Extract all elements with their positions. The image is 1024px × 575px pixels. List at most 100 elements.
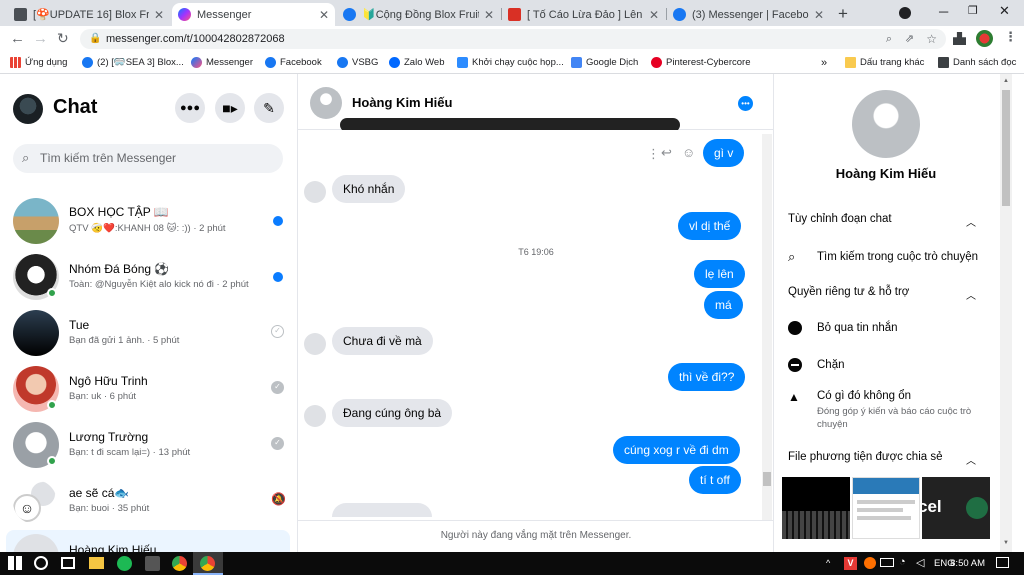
conversation-item[interactable]: Nhóm Đá Bóng ⚽ Toàn: @Nguyễn Kiệt alo ki… (6, 250, 290, 306)
reload-icon[interactable]: ↻ (57, 30, 69, 47)
conversation-info-icon[interactable]: ••• (738, 96, 753, 111)
search-box[interactable]: ⌕ Tìm kiếm trên Messenger (13, 144, 283, 173)
tray-app-icon[interactable] (864, 557, 876, 569)
chevron-up-icon[interactable]: ︿ (966, 287, 976, 302)
bookmark-item[interactable]: Zalo Web (389, 57, 444, 68)
share-icon[interactable]: ⇗ (905, 29, 914, 49)
browser-tab[interactable]: (3) Messenger | Facebook ✕ (667, 3, 830, 26)
scroll-down-icon[interactable]: ▼ (1003, 540, 1009, 546)
options-button[interactable]: ●●● (175, 93, 205, 123)
message-bubble-outgoing[interactable]: cúng xog r về đi dm (613, 436, 740, 464)
react-emoji-icon[interactable]: ☺ (682, 145, 695, 160)
bookmark-item[interactable]: Messenger (191, 57, 253, 68)
message-bubble-outgoing[interactable]: thì về đi?? (668, 363, 746, 391)
close-tab-icon[interactable]: ✕ (154, 8, 164, 22)
search-input[interactable]: Tìm kiếm trên Messenger (40, 151, 176, 165)
tray-v-icon[interactable]: V (844, 557, 857, 570)
minimize-icon[interactable]: ─ (939, 4, 948, 19)
scroll-up-icon[interactable]: ▲ (1003, 78, 1009, 84)
app-icon[interactable] (145, 556, 160, 571)
message-bubble-incoming[interactable]: Chưa đi về mà (332, 327, 433, 355)
conversation-item[interactable]: BOX HỌC TẬP 📖 QTV 🤕❤️:KHANH 08 🐱: :)) · … (6, 194, 290, 250)
tray-overflow-icon[interactable]: ^ (826, 558, 830, 568)
my-avatar[interactable] (13, 94, 43, 124)
window-close-icon[interactable]: ✕ (999, 3, 1010, 19)
site-info-icon[interactable]: 🔒 (89, 29, 101, 49)
media-thumbnail[interactable]: cel (922, 477, 990, 539)
chevron-up-icon[interactable]: ︿ (966, 214, 976, 229)
menu-icon[interactable]: ⋮ (1004, 29, 1017, 45)
contact-profile-avatar[interactable] (852, 90, 920, 158)
taskbar-active-app[interactable] (193, 552, 223, 575)
reply-icon[interactable]: ↩ (661, 145, 672, 161)
conversation-item-active[interactable]: Hoàng Kim Hiếu (6, 530, 290, 552)
message-bubble-outgoing[interactable]: vl dị thế (678, 212, 742, 240)
conversation-item[interactable]: Ngô Hữu Trinh Bạn: uk · 6 phút ✓ (6, 362, 290, 418)
bookmark-item[interactable]: Pinterest-Cybercore (651, 57, 750, 68)
search-conversation-item[interactable]: ⌕ Tìm kiếm trong cuộc trò chuyện (788, 249, 978, 265)
scrollbar-thumb[interactable] (1002, 90, 1010, 206)
message-more-icon[interactable]: ⋮ (647, 146, 660, 162)
customize-chat-section[interactable]: Tùy chỉnh đoạn chat (788, 213, 892, 225)
tab-search-icon[interactable] (899, 7, 911, 19)
back-icon[interactable]: ← (10, 30, 25, 47)
restore-icon[interactable]: ❐ (968, 4, 978, 17)
browser-tab[interactable]: [🍄UPDATE 16] Blox Fruits - R ✕ (8, 3, 170, 26)
scrollbar-thumb[interactable] (763, 472, 771, 486)
new-tab-icon[interactable]: + (838, 4, 848, 24)
battery-icon[interactable] (880, 558, 894, 567)
contact-name[interactable]: Hoàng Kim Hiếu (352, 95, 452, 110)
close-tab-icon[interactable]: ✕ (814, 8, 824, 22)
clock[interactable]: 8:50 AM (945, 558, 985, 569)
conversation-item[interactable]: Tue Bạn đã gửi 1 ảnh. · 5 phút ✓ (6, 306, 290, 362)
zoom-icon[interactable]: ⌕ (886, 29, 892, 49)
new-message-button[interactable]: ✎ (254, 93, 284, 123)
close-tab-icon[interactable]: ✕ (319, 8, 329, 22)
close-tab-icon[interactable]: ✕ (484, 8, 494, 22)
message-bubble-outgoing[interactable]: lẹ lên (694, 260, 745, 288)
chevron-up-icon[interactable]: ︿ (966, 452, 976, 467)
forward-icon[interactable]: → (33, 30, 48, 47)
message-bubble-incoming[interactable]: Đang cúng ông bà (332, 399, 453, 427)
privacy-support-section[interactable]: Quyền riêng tư & hỗ trợ (788, 286, 909, 298)
file-explorer-icon[interactable] (89, 557, 104, 569)
bookmark-item[interactable]: VSBG (337, 57, 378, 68)
chrome-icon[interactable] (172, 556, 187, 571)
conversation-item[interactable]: Lương Trường Bạn: t đi scam lại=) · 13 p… (6, 418, 290, 474)
media-thumbnail[interactable] (782, 477, 850, 539)
browser-tab[interactable]: 🔰Cộng Đồng Blox Fruit Việt ✕ (337, 3, 500, 26)
message-bubble-outgoing[interactable]: gì v (703, 139, 745, 167)
search-icon[interactable] (34, 556, 48, 570)
contact-avatar[interactable] (310, 87, 342, 119)
browser-tab[interactable]: [ Tố Cáo Lừa Đảo ] Lên Trung ✕ (502, 3, 665, 26)
browser-tab-active[interactable]: Messenger ✕ (172, 3, 335, 26)
bookmark-folder[interactable]: Dấu trang khác (845, 57, 924, 68)
bookmark-item[interactable]: (2) [🥽SEA 3] Blox... (82, 57, 184, 68)
report-item[interactable]: ▲ Có gì đó không ổn Đóng góp ý kiến và b… (788, 390, 995, 431)
url-bar[interactable]: 🔒 messenger.com/t/100042802872068 ⌕ ⇗ ☆ (80, 29, 946, 49)
spotify-icon[interactable] (117, 556, 132, 571)
wifi-icon[interactable]: ◔ (899, 556, 906, 568)
bookmark-item[interactable]: Facebook (265, 57, 322, 68)
shared-media-section[interactable]: File phương tiện được chia sẻ (788, 451, 943, 463)
message-bubble-outgoing[interactable]: tí t off (689, 466, 741, 494)
notifications-icon[interactable] (996, 557, 1009, 568)
video-call-button[interactable]: ■▸ (215, 93, 245, 123)
profile-avatar[interactable] (976, 30, 993, 47)
info-panel-scrollbar[interactable]: ▲ ▼ (1000, 74, 1012, 552)
bookmark-apps[interactable]: Ứng dụng (10, 57, 67, 68)
message-bubble-outgoing[interactable]: má (704, 291, 743, 319)
block-item[interactable]: Chặn (788, 358, 845, 372)
bookmarks-overflow-icon[interactable]: » (821, 57, 827, 69)
message-bubble-incoming[interactable]: Khó nhắn (332, 175, 406, 203)
chat-scrollbar[interactable] (762, 134, 772, 520)
task-view-icon[interactable] (61, 557, 75, 569)
volume-icon[interactable]: ◁ (916, 556, 924, 569)
bookmark-item[interactable]: Khởi chạy cuộc họp... (457, 57, 564, 68)
reading-list[interactable]: Danh sách đọc (938, 57, 1016, 68)
windows-start-icon[interactable] (8, 556, 22, 570)
bookmark-star-icon[interactable]: ☆ (926, 29, 937, 49)
extensions-icon[interactable] (953, 32, 966, 45)
media-thumbnail[interactable] (852, 477, 920, 539)
conversation-item[interactable]: ☺ ae sẽ cá🐟 Bạn: buoi · 35 phút 🔕 (6, 474, 290, 530)
